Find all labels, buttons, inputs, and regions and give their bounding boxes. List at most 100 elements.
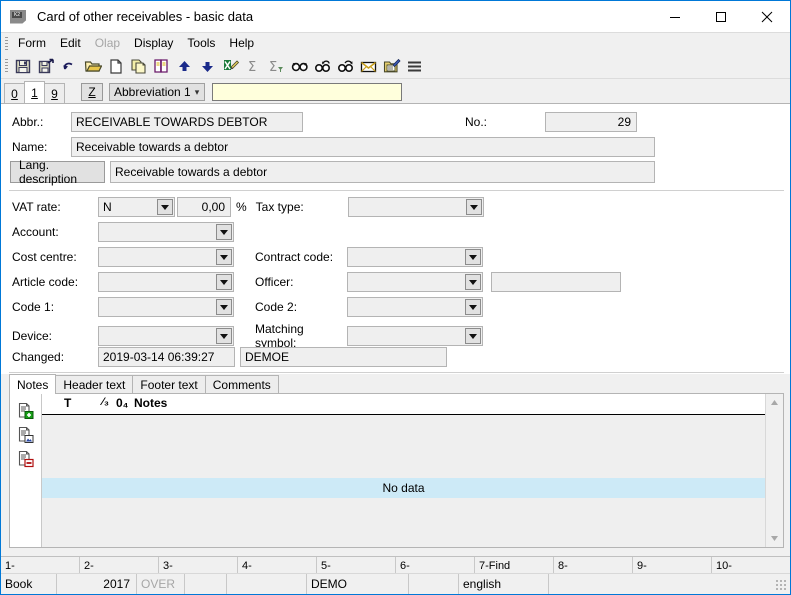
form-divider-2	[9, 372, 784, 373]
cost-centre-combo[interactable]	[98, 247, 234, 267]
scroll-down-button[interactable]	[766, 530, 783, 547]
abbr-field[interactable]: RECEIVABLE TOWARDS DEBTOR	[71, 112, 303, 132]
vat-percent-field[interactable]: 0,00	[177, 197, 231, 217]
find-next-icon[interactable]	[334, 55, 357, 77]
new-document-icon[interactable]	[104, 55, 127, 77]
fkey-9[interactable]: 9-	[633, 557, 712, 574]
export-excel-icon[interactable]	[219, 55, 242, 77]
fkey-2[interactable]: 2-	[80, 557, 159, 574]
fkey-4[interactable]: 4-	[238, 557, 317, 574]
fkey-5[interactable]: 5-	[317, 557, 396, 574]
fkey-6[interactable]: 6-	[396, 557, 475, 574]
edit-note-icon[interactable]	[14, 423, 38, 447]
close-button[interactable]	[744, 1, 790, 32]
empty-message: No data	[382, 481, 425, 495]
save-icon[interactable]	[12, 55, 35, 77]
status-mode: Book	[1, 574, 57, 594]
fkey-10[interactable]: 10-	[712, 557, 790, 574]
column-header-notes[interactable]: Notes	[134, 396, 167, 410]
z-button[interactable]: Z	[81, 83, 103, 101]
column-header-type[interactable]: T	[64, 396, 71, 410]
chevron-down-icon[interactable]	[216, 274, 232, 290]
column-header-group-indicator[interactable]: 0₄	[116, 396, 128, 410]
contract-code-combo[interactable]	[347, 247, 483, 267]
sum-icon[interactable]: Σ	[242, 55, 265, 77]
chevron-down-icon[interactable]	[216, 224, 232, 240]
menu-gripper[interactable]	[5, 36, 8, 51]
chevron-down-icon[interactable]	[465, 274, 481, 290]
officer-combo[interactable]	[347, 272, 483, 292]
fkey-8[interactable]: 8-	[554, 557, 633, 574]
column-header-sort-indicator[interactable]: ⁄₃	[102, 396, 109, 408]
mail-icon[interactable]	[357, 55, 380, 77]
menu-item-display[interactable]: Display	[127, 34, 180, 53]
tab-comments[interactable]: Comments	[204, 375, 279, 394]
menu-list-icon[interactable]	[403, 55, 426, 77]
undo-icon[interactable]	[58, 55, 81, 77]
menu-item-edit[interactable]: Edit	[53, 34, 88, 53]
fkey-1[interactable]: 1-	[1, 557, 80, 574]
menu-item-tools[interactable]: Tools	[180, 34, 222, 53]
scroll-up-button[interactable]	[766, 394, 783, 411]
menu-item-form[interactable]: Form	[11, 34, 53, 53]
open-folder-icon[interactable]	[81, 55, 104, 77]
chevron-down-icon[interactable]	[216, 299, 232, 315]
name-field[interactable]: Receivable towards a debtor	[71, 137, 655, 157]
vat-rate-combo[interactable]: N	[98, 197, 175, 217]
chevron-down-icon[interactable]	[465, 199, 482, 215]
fkey-3[interactable]: 3-	[159, 557, 238, 574]
fkey-7-find[interactable]: 7-Find	[475, 557, 554, 574]
move-up-icon[interactable]	[173, 55, 196, 77]
index-tab-9[interactable]: 9	[44, 83, 65, 103]
resize-grip[interactable]	[776, 580, 788, 592]
move-down-icon[interactable]	[196, 55, 219, 77]
empty-row[interactable]: No data	[42, 478, 765, 498]
save-as-icon[interactable]	[35, 55, 58, 77]
row-name: Name: Receivable towards a debtor	[1, 137, 791, 157]
app-icon: K2	[10, 9, 28, 25]
delete-note-icon[interactable]	[14, 447, 38, 471]
chevron-down-icon[interactable]	[157, 199, 173, 215]
notes-vertical-scrollbar[interactable]	[765, 394, 783, 547]
edit-note-icon[interactable]	[380, 55, 403, 77]
book-icon[interactable]	[150, 55, 173, 77]
copy-icon[interactable]	[127, 55, 150, 77]
find-icon[interactable]	[288, 55, 311, 77]
lang-description-button[interactable]: Lang. description	[10, 158, 105, 186]
sum-filtered-icon[interactable]: Σ	[265, 55, 288, 77]
index-tab-1[interactable]: 1	[24, 81, 45, 103]
find-previous-icon[interactable]	[311, 55, 334, 77]
device-combo[interactable]	[98, 326, 234, 346]
chevron-down-icon[interactable]	[216, 328, 232, 344]
row-account: Account:	[1, 222, 791, 242]
menu-item-help[interactable]: Help	[222, 34, 261, 53]
search-input[interactable]	[212, 83, 402, 101]
index-tab-0[interactable]: 0	[4, 83, 25, 103]
no-label: No.:	[465, 115, 488, 129]
sort-column-combo[interactable]: Abbreviation 1 ▾	[109, 83, 205, 101]
officer-extra-field[interactable]	[491, 272, 621, 292]
add-note-icon[interactable]	[14, 399, 38, 423]
chevron-down-icon[interactable]	[465, 249, 481, 265]
tab-header-text[interactable]: Header text	[55, 375, 134, 394]
tax-type-combo[interactable]	[347, 197, 484, 217]
chevron-down-icon[interactable]	[465, 299, 481, 315]
account-combo[interactable]	[98, 222, 234, 242]
matching-symbol-combo[interactable]	[347, 326, 483, 346]
maximize-button[interactable]	[698, 1, 744, 32]
chevron-down-icon[interactable]	[216, 249, 232, 265]
article-code-combo[interactable]	[98, 272, 234, 292]
lang-description-field[interactable]: Receivable towards a debtor	[110, 161, 655, 183]
minimize-button[interactable]	[652, 1, 698, 32]
notes-tab-strip: Notes Header text Footer text Comments	[1, 374, 790, 394]
status-blank-4	[549, 574, 790, 594]
changed-field: 2019-03-14 06:39:27	[98, 347, 235, 367]
code2-combo[interactable]	[347, 297, 483, 317]
chevron-down-icon[interactable]	[465, 328, 481, 344]
tab-notes[interactable]: Notes	[9, 374, 57, 394]
code1-combo[interactable]	[98, 297, 234, 317]
toolbar-gripper[interactable]	[5, 59, 8, 73]
no-field[interactable]: 29	[545, 112, 638, 132]
status-blank-2	[227, 574, 307, 594]
tab-footer-text[interactable]: Footer text	[132, 375, 206, 394]
